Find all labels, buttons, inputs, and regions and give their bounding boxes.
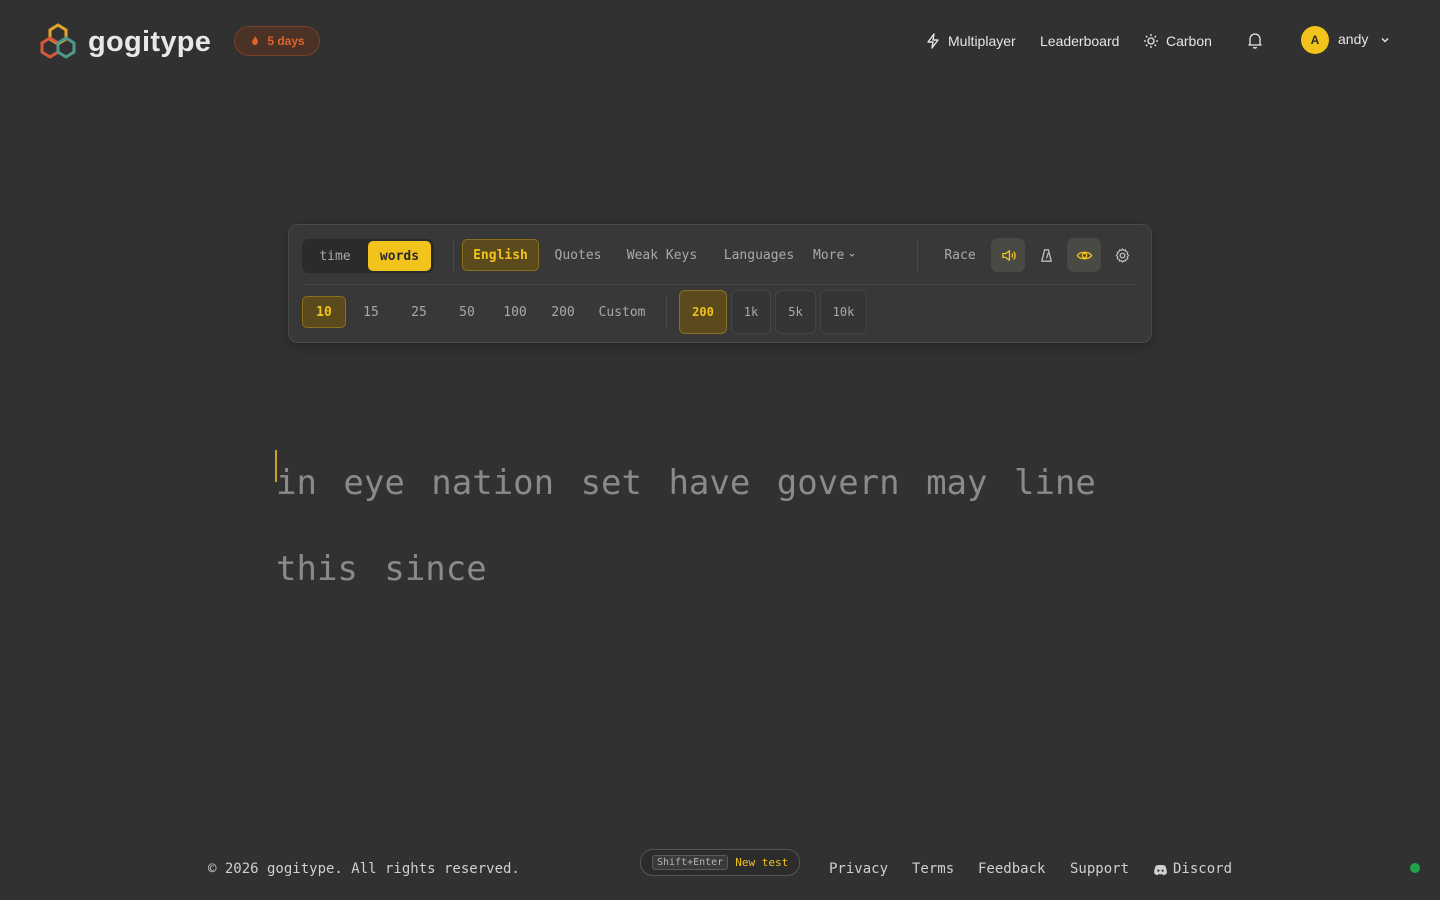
bell-icon[interactable] <box>1246 31 1264 49</box>
list-size-200[interactable]: 200 <box>679 290 727 334</box>
source-weak-keys[interactable]: Weak Keys <box>619 239 705 271</box>
streak-label: 5 days <box>267 34 305 48</box>
nav-multiplayer-label: Multiplayer <box>948 33 1016 49</box>
settings-icon <box>1115 247 1129 263</box>
word-line: in eye nation set have govern may line <box>276 463 1096 503</box>
header: gogitype 5 days Multiplayer Leaderboard … <box>0 0 1440 80</box>
settings-button[interactable] <box>1105 238 1139 272</box>
brand-name: gogitype <box>88 25 212 58</box>
divider <box>666 295 667 329</box>
word-count-25[interactable]: 25 <box>400 296 438 328</box>
mode-time-button[interactable]: time <box>306 241 364 271</box>
divider <box>917 239 918 273</box>
connection-status-dot <box>1410 863 1420 873</box>
mode-toggle: time words <box>302 239 434 273</box>
divider <box>453 239 454 273</box>
word-count-custom[interactable]: Custom <box>592 296 652 328</box>
metronome-icon <box>1040 248 1052 262</box>
list-size-1k[interactable]: 1k <box>731 290 771 334</box>
word-count-200[interactable]: 200 <box>544 296 582 328</box>
word-line: this since <box>276 549 487 589</box>
list-size-5k[interactable]: 5k <box>775 290 816 334</box>
footer-link-support[interactable]: Support <box>1070 861 1129 877</box>
footer-link-feedback[interactable]: Feedback <box>978 861 1045 877</box>
footer-link-privacy[interactable]: Privacy <box>829 861 888 877</box>
metronome-toggle[interactable] <box>1029 238 1063 272</box>
avatar[interactable]: A <box>1301 26 1329 54</box>
word-count-100[interactable]: 100 <box>496 296 534 328</box>
row-divider <box>301 284 1139 285</box>
shortcut-key: Shift+Enter <box>652 855 729 870</box>
username[interactable]: andy <box>1338 31 1368 47</box>
streak-badge[interactable]: 5 days <box>234 26 320 56</box>
logo-icon <box>40 23 76 59</box>
nav-multiplayer[interactable]: Multiplayer <box>925 30 1016 52</box>
list-size-10k[interactable]: 10k <box>820 290 867 334</box>
footer-link-terms[interactable]: Terms <box>912 861 954 877</box>
logo[interactable]: gogitype <box>36 22 211 62</box>
source-quotes[interactable]: Quotes <box>547 239 609 271</box>
sound-toggle[interactable] <box>991 238 1025 272</box>
chevron-down-icon <box>849 253 855 257</box>
source-more-label: More <box>813 247 845 263</box>
word-count-15[interactable]: 15 <box>352 296 390 328</box>
source-languages[interactable]: Languages <box>715 239 803 271</box>
footer-link-discord[interactable]: Discord <box>1173 861 1232 877</box>
lightning-icon <box>927 33 939 49</box>
mode-words-button[interactable]: words <box>368 241 431 271</box>
flame-icon <box>252 36 259 45</box>
visibility-toggle[interactable] <box>1067 238 1101 272</box>
source-more[interactable]: More <box>813 239 869 271</box>
nav-leaderboard-label: Leaderboard <box>1040 33 1120 49</box>
typing-text[interactable]: in eye nation set have govern may line t… <box>276 440 1176 612</box>
word-count-50[interactable]: 50 <box>448 296 486 328</box>
chevron-down-icon[interactable] <box>1379 34 1391 46</box>
discord-icon[interactable] <box>1153 864 1168 876</box>
copyright: © 2026 gogitype. All rights reserved. <box>208 861 520 877</box>
theme-selector[interactable]: Carbon <box>1143 30 1212 52</box>
theme-label: Carbon <box>1166 33 1212 49</box>
test-config-panel: time words English Quotes Weak Keys Lang… <box>288 224 1152 343</box>
sound-icon <box>1001 249 1016 261</box>
race-button[interactable]: Race <box>939 239 981 271</box>
shortcut-action: New test <box>735 856 789 869</box>
eye-icon <box>1076 251 1092 259</box>
sun-icon <box>1144 34 1158 48</box>
nav-leaderboard[interactable]: Leaderboard <box>1040 30 1119 52</box>
word-count-10[interactable]: 10 <box>302 296 346 328</box>
source-english[interactable]: English <box>462 239 539 271</box>
new-test-hint[interactable]: Shift+Enter New test <box>640 849 800 876</box>
